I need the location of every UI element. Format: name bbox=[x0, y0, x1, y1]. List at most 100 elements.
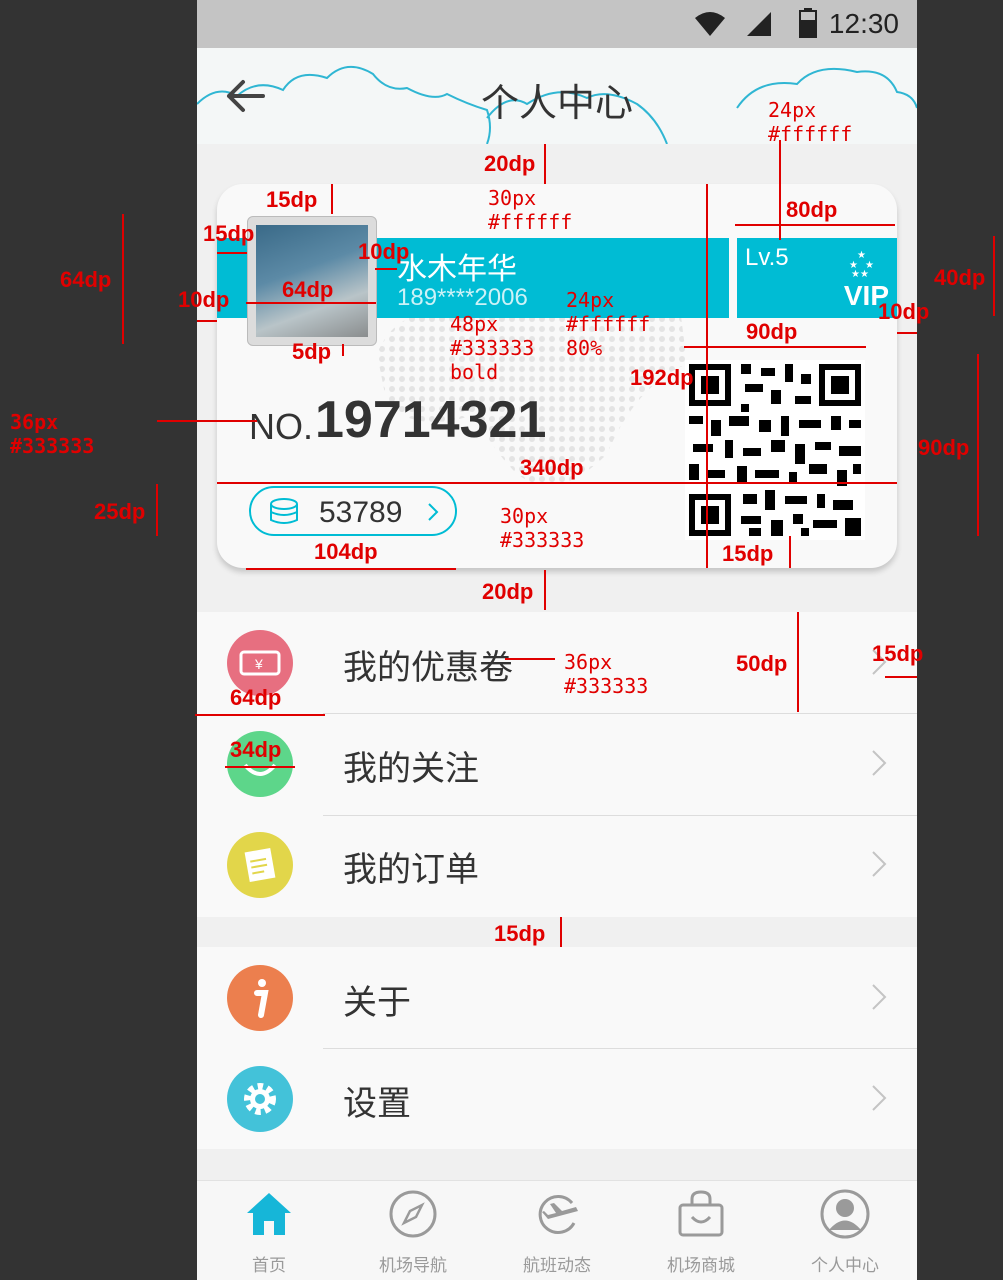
coins-icon bbox=[270, 498, 298, 524]
annotation-line bbox=[885, 676, 917, 678]
order-icon bbox=[227, 832, 293, 898]
home-icon bbox=[247, 1193, 291, 1235]
annotation-line bbox=[789, 536, 791, 568]
annotation-label: 192dp bbox=[630, 365, 694, 390]
annotation-label: 64dp bbox=[230, 685, 282, 710]
user-phone: 189****2006 bbox=[397, 284, 528, 311]
menu-group-settings: 关于 设置 bbox=[197, 947, 917, 1149]
annotation-label: 10dp bbox=[178, 287, 230, 312]
menu-item-about[interactable]: 关于 bbox=[197, 947, 917, 1048]
annotation-line bbox=[706, 184, 708, 568]
menu-label: 关于 bbox=[343, 984, 411, 1022]
annotation-line bbox=[977, 354, 979, 536]
stars-icon: ★ ★ ★ ★★ bbox=[849, 250, 874, 278]
info-icon bbox=[227, 965, 293, 1031]
annotation-line bbox=[375, 268, 397, 270]
annotation-label: 64dp bbox=[282, 277, 334, 302]
menu-label: 我的订单 bbox=[343, 851, 479, 889]
signal-icon bbox=[747, 12, 771, 36]
tab-profile[interactable]: 个人中心 bbox=[773, 1181, 917, 1280]
qr-code[interactable] bbox=[685, 360, 865, 540]
tab-label: 机场导航 bbox=[379, 1256, 447, 1275]
annotation-label: 15dp bbox=[266, 187, 318, 212]
annotation-line bbox=[735, 224, 895, 226]
menu-item-coupons[interactable]: ¥ 我的优惠卷 bbox=[197, 612, 917, 713]
menu-label: 我的关注 bbox=[343, 750, 479, 788]
profile-icon bbox=[820, 1189, 870, 1239]
annotation-line bbox=[225, 766, 295, 768]
chevron-right-icon bbox=[872, 750, 887, 776]
annotation-label: 15dp bbox=[872, 641, 924, 666]
member-number: 19714321 bbox=[315, 391, 547, 449]
wifi-icon bbox=[695, 12, 725, 36]
annotation-label: 50dp bbox=[736, 651, 788, 676]
annotation-label: 24px #ffffff 80% bbox=[566, 288, 651, 360]
annotation-line bbox=[342, 344, 344, 356]
annotation-label: 20dp bbox=[482, 579, 534, 604]
annotation-line bbox=[246, 302, 376, 304]
menu-group-main: ¥ 我的优惠卷 我的关注 我的订单 bbox=[197, 612, 917, 917]
member-number-prefix: NO. bbox=[249, 406, 314, 447]
annotation-label: 48px #333333 bold bbox=[450, 312, 535, 384]
gear-icon bbox=[227, 1066, 293, 1132]
menu-label: 设置 bbox=[343, 1085, 411, 1123]
annotation-line bbox=[122, 214, 124, 344]
tab-label: 机场商城 bbox=[667, 1256, 735, 1275]
annotation-label: 15dp bbox=[722, 541, 774, 566]
tab-label: 个人中心 bbox=[811, 1256, 879, 1275]
member-level: Lv.5 bbox=[745, 244, 789, 271]
coins-value: 53789 bbox=[319, 496, 403, 529]
annotation-label: 90dp bbox=[918, 435, 970, 460]
annotation-label: 10dp bbox=[358, 239, 410, 264]
annotation-line bbox=[544, 144, 546, 184]
annotation-line bbox=[505, 658, 555, 660]
annotation-line bbox=[217, 482, 897, 484]
annotation-label: 340dp bbox=[520, 455, 584, 480]
user-name: 水木年华 bbox=[397, 253, 517, 286]
annotation-label: 25dp bbox=[94, 499, 146, 524]
menu-item-follows[interactable]: 我的关注 bbox=[197, 713, 917, 814]
annotation-label: 104dp bbox=[314, 539, 378, 564]
tab-home[interactable]: 首页 bbox=[197, 1181, 341, 1280]
annotation-label: 64dp bbox=[60, 267, 112, 292]
tab-flight-status[interactable]: 航班动态 bbox=[485, 1181, 629, 1280]
annotation-label: 15dp bbox=[203, 221, 255, 246]
annotation-line bbox=[246, 568, 456, 570]
tab-bar: 首页 机场导航 航班动态 机场商城 个人中心 bbox=[197, 1180, 917, 1280]
annotation-line bbox=[684, 346, 866, 348]
annotation-line bbox=[195, 714, 325, 716]
annotation-line bbox=[544, 570, 546, 610]
annotation-line bbox=[897, 332, 917, 334]
status-time: 12:30 bbox=[828, 8, 899, 39]
flight-icon bbox=[538, 1195, 578, 1234]
annotation-label: 90dp bbox=[746, 319, 798, 344]
annotation-line bbox=[157, 420, 257, 422]
annotation-line bbox=[156, 484, 158, 536]
menu-item-orders[interactable]: 我的订单 bbox=[197, 814, 917, 915]
menu-label: 我的优惠卷 bbox=[343, 649, 513, 687]
annotation-label: 36px #333333 bbox=[10, 410, 95, 458]
annotation-label: 24px #ffffff bbox=[768, 98, 853, 146]
annotation-line bbox=[560, 917, 562, 947]
annotation-label: 30px #333333 bbox=[500, 504, 585, 552]
battery-icon bbox=[799, 8, 817, 38]
chevron-right-icon bbox=[428, 503, 439, 521]
chevron-right-icon bbox=[872, 851, 887, 877]
annotation-label: 15dp bbox=[494, 921, 546, 946]
coins-button[interactable]: 53789 bbox=[249, 486, 457, 536]
annotation-label: 30px #ffffff bbox=[488, 186, 573, 234]
chevron-right-icon bbox=[872, 1085, 887, 1111]
annotation-label: 36px #333333 bbox=[564, 650, 649, 698]
menu-item-settings[interactable]: 设置 bbox=[197, 1048, 917, 1149]
annotation-label: 20dp bbox=[484, 151, 536, 176]
annotation-label: 5dp bbox=[292, 339, 332, 364]
annotation-line bbox=[993, 236, 995, 316]
annotation-line bbox=[331, 184, 333, 214]
tab-airport-nav[interactable]: 机场导航 bbox=[341, 1181, 485, 1280]
annotation-label: 10dp bbox=[878, 299, 930, 324]
status-bar: 12:30 bbox=[197, 0, 917, 48]
chevron-right-icon bbox=[872, 984, 887, 1010]
tab-label: 首页 bbox=[252, 1256, 286, 1275]
tab-airport-shop[interactable]: 机场商城 bbox=[629, 1181, 773, 1280]
annotation-label: 80dp bbox=[786, 197, 838, 222]
